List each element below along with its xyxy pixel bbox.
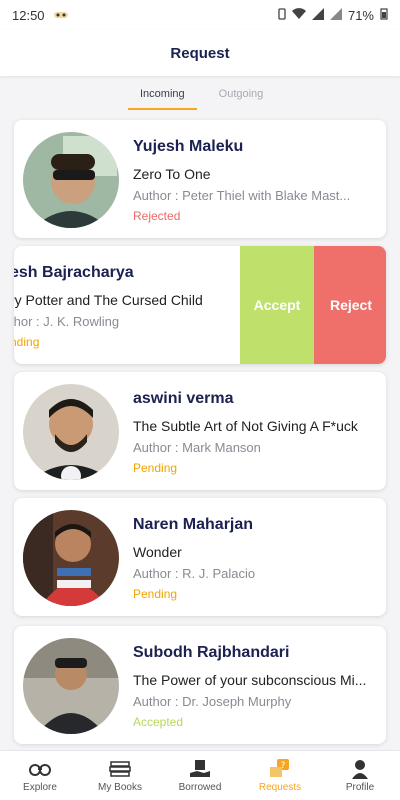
nav-profile[interactable]: Profile xyxy=(320,751,400,800)
reject-button[interactable]: Reject xyxy=(314,246,386,364)
status-badge: nding xyxy=(14,335,40,349)
notification-icon xyxy=(53,8,69,23)
avatar xyxy=(23,510,119,606)
avatar xyxy=(23,132,119,228)
avatar xyxy=(23,638,119,734)
signal-icon-2 xyxy=(329,7,342,23)
nav-borrowed[interactable]: Borrowed xyxy=(160,751,240,800)
vibrate-icon xyxy=(278,7,286,23)
nav-explore[interactable]: Explore xyxy=(0,751,80,800)
requester-name: esh Bajracharya xyxy=(14,264,134,281)
nav-requests[interactable]: ? Requests xyxy=(240,751,320,800)
borrow-hand-icon xyxy=(189,759,211,779)
nav-label: My Books xyxy=(98,781,142,793)
status-badge: Rejected xyxy=(133,209,181,223)
person-icon xyxy=(349,759,371,779)
accept-button[interactable]: Accept xyxy=(240,246,314,364)
nav-my-books[interactable]: My Books xyxy=(80,751,160,800)
book-author: Author : R. J. Palacio xyxy=(133,566,256,581)
status-time: 12:50 xyxy=(12,7,45,23)
nav-label: Profile xyxy=(345,781,375,793)
book-title: The Subtle Art of Not Giving A F*uck xyxy=(133,418,358,434)
request-card[interactable]: Naren Maharjan Wonder Author : R. J. Pal… xyxy=(14,498,386,616)
request-card[interactable]: aswini verma The Subtle Art of Not Givin… xyxy=(14,372,386,490)
battery-level: 71% xyxy=(347,7,374,23)
request-icon: ? xyxy=(269,758,291,779)
requester-name: Naren Maharjan xyxy=(133,516,254,533)
request-card[interactable]: Yujesh Maleku Zero To One Author : Peter… xyxy=(14,120,386,238)
signal-icon xyxy=(311,7,324,23)
request-tabs: Incoming Outgoing xyxy=(128,88,263,110)
status-badge: Pending xyxy=(133,587,178,601)
requester-name: Subodh Rajbhandari xyxy=(133,644,290,661)
binoculars-icon xyxy=(29,759,51,779)
wifi-icon xyxy=(291,7,306,23)
book-title: Wonder xyxy=(133,544,182,560)
request-card[interactable]: Subodh Rajbhandari The Power of your sub… xyxy=(14,626,386,744)
status-badge: Accepted xyxy=(133,715,184,729)
nav-label: Requests xyxy=(258,781,302,793)
book-title: Zero To One xyxy=(133,166,211,182)
books-icon xyxy=(109,759,131,779)
tab-incoming[interactable]: Incoming xyxy=(128,88,197,110)
tab-outgoing[interactable]: Outgoing xyxy=(219,88,264,110)
battery-icon xyxy=(380,7,388,23)
nav-label: Borrowed xyxy=(178,781,222,793)
book-author: Author : Dr. Joseph Murphy xyxy=(133,694,292,709)
requester-name: aswini verma xyxy=(133,390,234,407)
page-title: Request xyxy=(170,44,230,62)
requester-name: Yujesh Maleku xyxy=(133,138,244,155)
book-author: Author : Peter Thiel with Blake Mast... xyxy=(133,188,351,203)
status-badge: Pending xyxy=(133,461,178,475)
request-card[interactable]: esh Bajracharya ry Potter and The Cursed… xyxy=(14,246,386,364)
nav-label: Explore xyxy=(23,781,57,793)
status-bar: 12:50 71% xyxy=(0,0,400,30)
book-title: ry Potter and The Cursed Child xyxy=(14,292,203,308)
avatar xyxy=(23,384,119,480)
book-title: The Power of your subconscious Mi... xyxy=(133,672,367,688)
book-author: Author : Mark Manson xyxy=(133,440,261,455)
bottom-navigation: Explore My Books Borrowed ? Requests Pro… xyxy=(0,750,400,800)
book-author: thor : J. K. Rowling xyxy=(14,314,120,329)
app-bar: Request xyxy=(0,30,400,76)
